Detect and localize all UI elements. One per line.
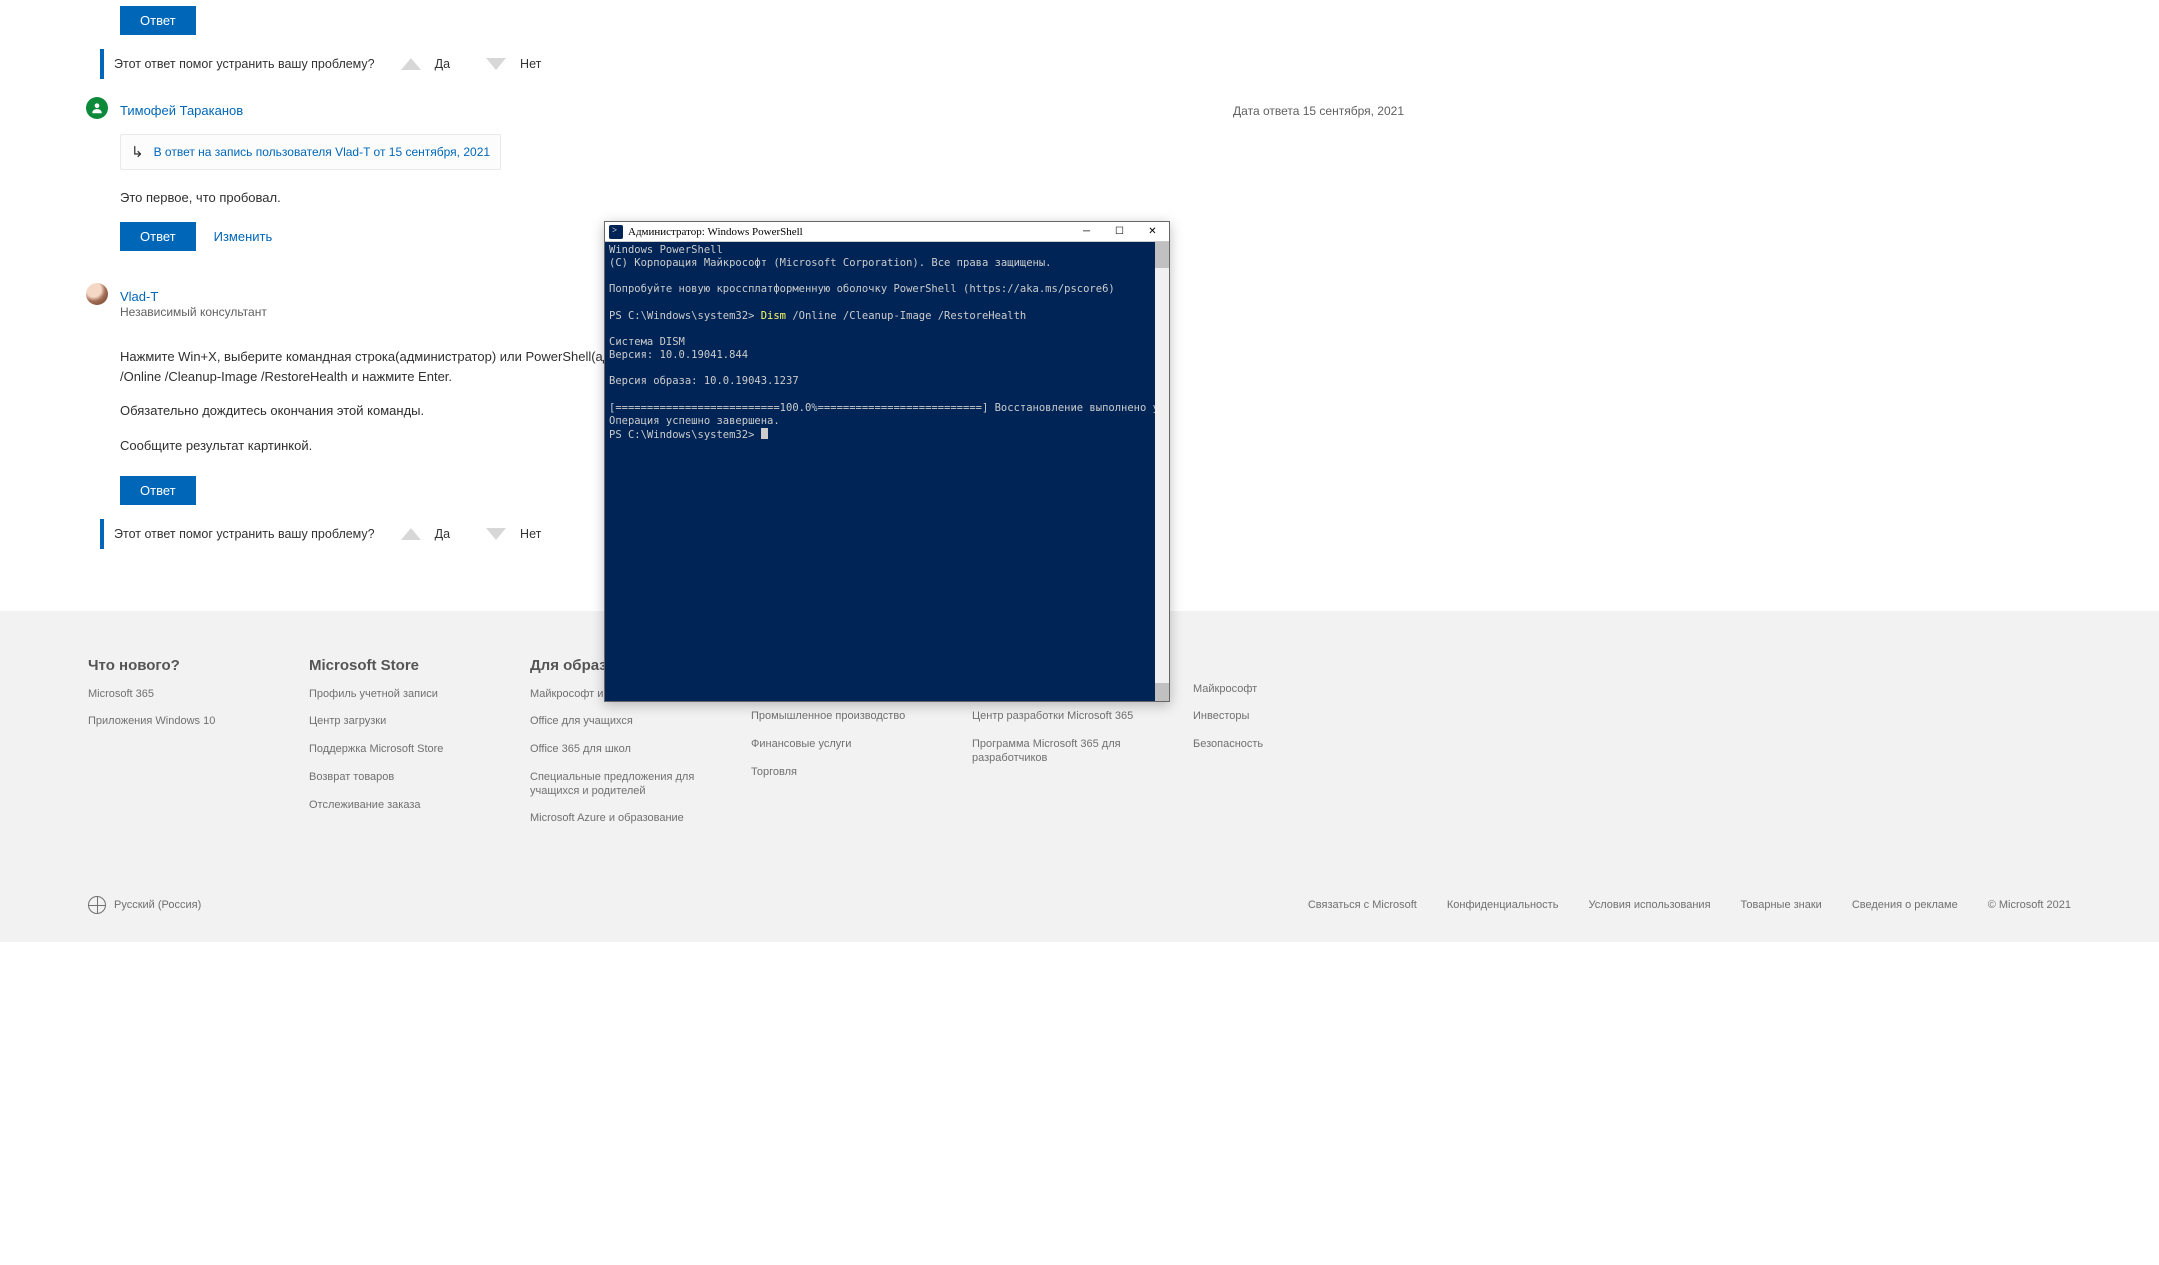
footer-link[interactable]: Центр загрузки <box>309 715 484 729</box>
avatar <box>86 283 108 305</box>
vote-no-label: Нет <box>520 57 541 71</box>
footer-link[interactable]: Отслеживание заказа <box>309 799 484 813</box>
footer-link[interactable]: Office для учащихся <box>530 715 705 729</box>
footer-link[interactable]: Программа Microsoft 365 для разработчико… <box>972 738 1147 766</box>
scrollbar[interactable] <box>1155 242 1169 701</box>
helpful-question: Этот ответ помог устранить вашу проблему… <box>114 527 375 541</box>
footer-link[interactable]: Microsoft 365 <box>88 688 263 702</box>
avatar <box>86 97 108 119</box>
vote-no-icon[interactable] <box>486 528 506 540</box>
footer-link[interactable]: Приложения Windows 10 <box>88 715 263 729</box>
footer-link[interactable]: Майкрософт <box>1193 683 1368 697</box>
in-reply-link[interactable]: В ответ на запись пользователя Vlad-T от… <box>154 145 490 159</box>
footer-link[interactable]: Возврат товаров <box>309 771 484 785</box>
reply-button[interactable]: Ответ <box>120 6 196 35</box>
post-date: Дата ответа 15 сентября, 2021 <box>1233 104 1404 118</box>
terminal-cursor <box>761 428 768 439</box>
scrollbar-thumb[interactable] <box>1155 242 1169 268</box>
window-titlebar[interactable]: Администратор: Windows PowerShell ─ ☐ ✕ <box>605 222 1169 242</box>
vote-yes-label: Да <box>435 57 450 71</box>
footer-link[interactable]: Безопасность <box>1193 738 1368 752</box>
vote-yes-icon[interactable] <box>401 528 421 540</box>
language-selector[interactable]: Русский (Россия) <box>88 896 201 914</box>
reply-arrow-icon: ↳ <box>131 143 144 161</box>
reply-button[interactable]: Ответ <box>120 476 196 505</box>
person-icon <box>90 101 104 115</box>
footer-col-title: Microsoft Store <box>309 657 484 674</box>
copyright: © Microsoft 2021 <box>1988 899 2071 911</box>
footer-link[interactable]: Поддержка Microsoft Store <box>309 743 484 757</box>
vote-yes-label: Да <box>435 527 450 541</box>
footer-link[interactable]: Торговля <box>751 766 926 780</box>
footer-link[interactable]: Центр разработки Microsoft 365 <box>972 710 1147 724</box>
close-button[interactable]: ✕ <box>1136 222 1169 242</box>
footer-bottom-link[interactable]: Товарные знаки <box>1741 899 1822 911</box>
globe-icon <box>88 896 106 914</box>
footer-link[interactable]: Инвесторы <box>1193 710 1368 724</box>
terminal-output[interactable]: Windows PowerShell (C) Корпорация Майкро… <box>605 242 1169 701</box>
edit-button[interactable]: Изменить <box>214 229 273 244</box>
footer-link[interactable]: Специальные предложения для учащихся и р… <box>530 771 705 799</box>
author-link[interactable]: Тимофей Тараканов <box>120 103 243 118</box>
footer-link[interactable]: Профиль учетной записи <box>309 688 484 702</box>
in-reply-to[interactable]: ↳ В ответ на запись пользователя Vlad-T … <box>120 134 501 170</box>
footer-bottom-link[interactable]: Конфиденциальность <box>1447 899 1559 911</box>
language-label: Русский (Россия) <box>114 899 201 911</box>
footer-link[interactable]: Финансовые услуги <box>751 738 926 752</box>
scrollbar-thumb[interactable] <box>1155 683 1169 701</box>
reply-button[interactable]: Ответ <box>120 222 196 251</box>
footer-bottom-link[interactable]: Связаться с Microsoft <box>1308 899 1417 911</box>
helpful-question: Этот ответ помог устранить вашу проблему… <box>114 57 375 71</box>
vote-yes-icon[interactable] <box>401 58 421 70</box>
powershell-window: Администратор: Windows PowerShell ─ ☐ ✕ … <box>604 221 1170 702</box>
author-link[interactable]: Vlad-T <box>120 289 158 304</box>
window-title: Администратор: Windows PowerShell <box>628 226 803 238</box>
footer-link[interactable]: Промышленное производство <box>751 710 926 724</box>
author-role: Независимый консультант <box>120 305 267 319</box>
footer-bottom-link[interactable]: Условия использования <box>1588 899 1710 911</box>
powershell-icon <box>609 225 623 239</box>
helpful-bar: Этот ответ помог устранить вашу проблему… <box>100 49 1420 79</box>
footer-link[interactable]: Office 365 для школ <box>530 743 705 757</box>
maximize-button[interactable]: ☐ <box>1103 222 1136 242</box>
footer-col-title: Что нового? <box>88 657 263 674</box>
vote-no-label: Нет <box>520 527 541 541</box>
footer-link[interactable]: Microsoft Azure и образование <box>530 812 705 826</box>
vote-no-icon[interactable] <box>486 58 506 70</box>
post-body: Это первое, что пробовал. <box>120 188 1418 208</box>
footer-bottom-link[interactable]: Сведения о рекламе <box>1852 899 1958 911</box>
minimize-button[interactable]: ─ <box>1070 222 1103 242</box>
